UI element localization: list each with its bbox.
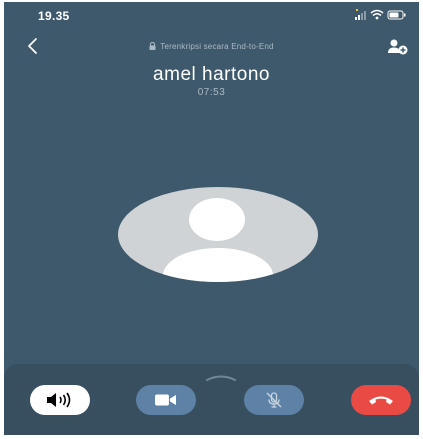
avatar	[118, 187, 318, 282]
microphone-off-icon	[266, 392, 282, 408]
caller-name: amel hartono	[153, 64, 270, 85]
encryption-notice: Terenkripsi secara End-to-End	[4, 41, 419, 52]
speaker-button[interactable]	[30, 385, 90, 415]
battery-icon	[387, 10, 406, 20]
status-time: 19.35	[38, 9, 70, 23]
chevron-up-icon	[206, 375, 236, 381]
avatar-head	[189, 198, 245, 241]
status-icons	[355, 9, 407, 21]
mute-button[interactable]	[244, 385, 304, 415]
end-call-button[interactable]	[351, 385, 411, 415]
add-participant-icon	[388, 39, 408, 55]
expand-controls-handle[interactable]	[201, 369, 241, 381]
phone-hangup-icon	[369, 396, 393, 405]
call-screen: 19.35 Terenkripsi secara End-to-End amel…	[4, 2, 419, 435]
signal-icon	[355, 9, 366, 20]
call-duration: 07:53	[197, 87, 226, 98]
lock-icon	[149, 41, 156, 52]
speaker-icon	[47, 392, 71, 408]
encryption-text: Terenkripsi secara End-to-End	[160, 42, 274, 51]
video-button[interactable]	[136, 385, 196, 415]
wifi-icon	[370, 9, 384, 20]
call-controls-panel	[4, 364, 419, 435]
avatar-body	[163, 248, 273, 282]
add-participant-button[interactable]	[387, 38, 409, 56]
video-camera-icon	[155, 394, 176, 406]
status-bar: 19.35	[4, 2, 419, 28]
